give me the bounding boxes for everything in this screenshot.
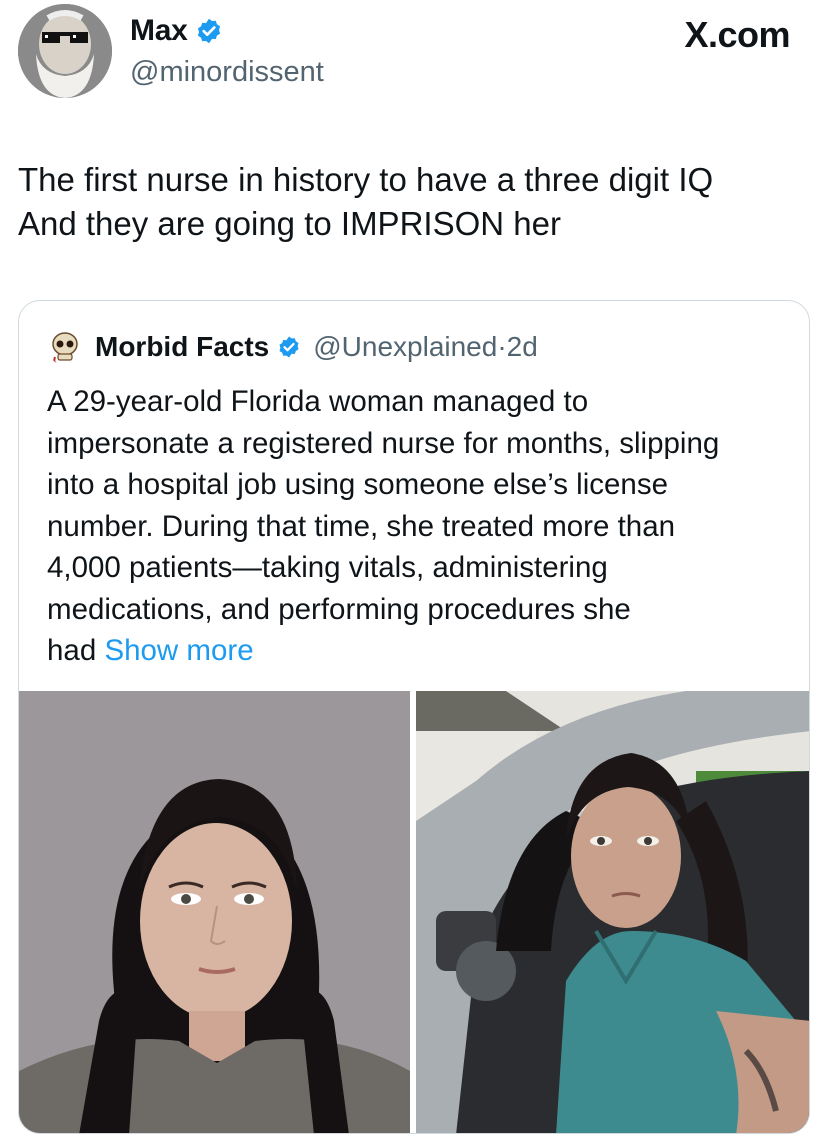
timestamp[interactable]: 2d <box>507 331 538 362</box>
show-more-link[interactable]: Show more <box>104 634 253 667</box>
tweet-line: And they are going to IMPRISON her <box>18 205 561 242</box>
quoted-line: medications, and performing procedures s… <box>47 592 631 626</box>
quoted-handle-text: @Unexplained <box>313 331 498 362</box>
quoted-tweet-header: Morbid Facts @Unexplained·2d <box>47 329 538 365</box>
quoted-tweet-body: A 29-year-old Florida woman managed to i… <box>47 381 797 672</box>
verified-badge-icon <box>279 336 299 358</box>
quoted-author-handle[interactable]: @Unexplained·2d <box>313 331 538 363</box>
photo-grid <box>19 691 809 1133</box>
tweet-line: The first nurse in history to have a thr… <box>18 161 714 198</box>
sunglasses-old-man-avatar-icon[interactable] <box>18 4 112 98</box>
quoted-line: into a hospital job using someone else’s… <box>47 468 668 501</box>
author-display-name[interactable]: Max <box>130 14 188 48</box>
author-handle[interactable]: @minordissent <box>130 56 324 89</box>
author-name-row: Max <box>130 14 223 48</box>
quoted-last-word: had <box>47 634 97 667</box>
quoted-line: number. During that time, she treated mo… <box>47 509 676 543</box>
verified-badge-icon <box>198 18 221 44</box>
brand-label: X.com <box>684 14 790 55</box>
quoted-line: A 29-year-old Florida woman managed to <box>47 385 589 418</box>
mugshot-photo[interactable] <box>19 691 410 1133</box>
quoted-line: 4,000 patients—taking vitals, administer… <box>47 551 608 584</box>
quoted-author-name[interactable]: Morbid Facts <box>95 331 269 363</box>
skull-avatar-icon[interactable] <box>47 329 83 365</box>
quoted-tweet-card[interactable]: Morbid Facts @Unexplained·2d A 29-year-o… <box>18 300 810 1134</box>
quoted-line-last: had Show more <box>47 630 797 672</box>
quoted-line: impersonate a registered nurse for month… <box>47 426 720 460</box>
separator: · <box>497 331 507 362</box>
car-door-bodycam-photo[interactable] <box>416 691 809 1133</box>
tweet-body: The first nurse in history to have a thr… <box>18 158 808 246</box>
tweet-header: Max @minordissent X.com <box>0 0 828 110</box>
